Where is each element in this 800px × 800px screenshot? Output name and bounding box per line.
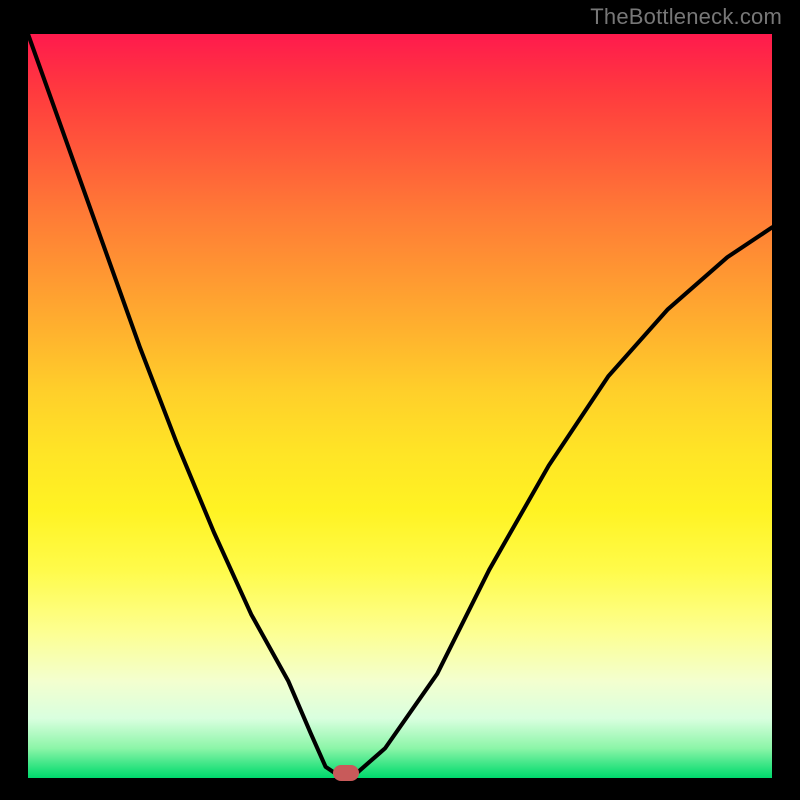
plot-area [28, 34, 772, 778]
curve-svg [28, 34, 772, 778]
optimum-marker [333, 765, 359, 781]
bottleneck-curve [28, 34, 772, 774]
watermark-text: TheBottleneck.com [590, 4, 782, 30]
chart-frame: TheBottleneck.com [0, 0, 800, 800]
